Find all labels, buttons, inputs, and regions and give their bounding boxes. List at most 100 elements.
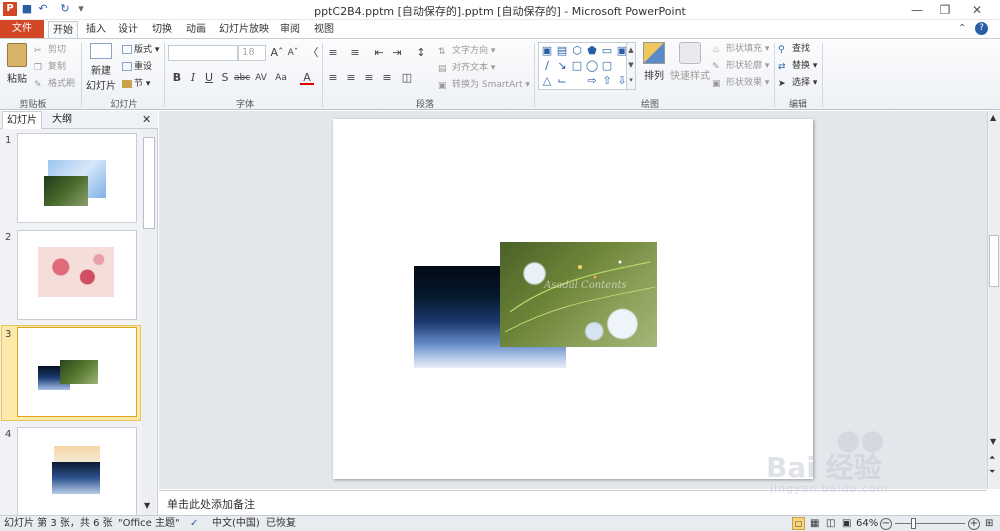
oval-icon[interactable]: ◯ [585, 59, 599, 73]
next-slide-icon[interactable]: ⏷ [989, 467, 995, 477]
up-arrow-icon[interactable]: ⇧ [600, 74, 614, 88]
shape-fill-button[interactable]: ♨ 形状填充 ▾ [712, 42, 769, 56]
zoom-level[interactable]: 64% [856, 517, 878, 531]
justify-icon[interactable]: ≡ [380, 71, 394, 85]
zoom-slider-thumb[interactable] [911, 518, 916, 529]
shapes-gallery[interactable]: ▣ ▤ ⬡ ⬟ ▭ ▣ ∕ ↘ □ ◯ ▢ △ ⌙ ⇨ ⇧ ⇩ [538, 42, 636, 90]
align-center-icon[interactable]: ≡ [344, 71, 358, 85]
help-icon[interactable]: ? [975, 22, 988, 35]
previous-slide-icon[interactable]: ⏶ [989, 453, 995, 463]
tab-animations[interactable]: 动画 [183, 21, 209, 38]
change-case-icon[interactable]: Aa [274, 71, 288, 85]
scroll-thumb[interactable] [989, 235, 999, 287]
align-right-icon[interactable]: ≡ [362, 71, 376, 85]
shape-effects-button[interactable]: ▣ 形状效果 ▾ [712, 76, 769, 90]
new-slide-button[interactable]: 新建 幻灯片 [84, 43, 118, 93]
numbering-icon[interactable]: ≡ [348, 46, 362, 60]
elbow-connector-icon[interactable]: ⌙ [555, 74, 569, 88]
tab-file[interactable]: 文件 [0, 20, 44, 38]
language-indicator[interactable]: 中文(中国) [212, 517, 260, 531]
tab-slides-panel[interactable]: 幻灯片 [2, 111, 42, 129]
tab-view[interactable]: 视图 [312, 21, 336, 38]
align-text-button[interactable]: ▤ 对齐文本 ▾ [438, 61, 495, 75]
textbox-icon[interactable]: ▣ [540, 44, 554, 58]
hexagon-icon[interactable]: ⬡ [570, 44, 584, 58]
columns-icon[interactable]: ◫ [400, 71, 414, 85]
tab-insert[interactable]: 插入 [84, 21, 108, 38]
panel-scrollbar[interactable]: ▼ [142, 129, 156, 515]
tab-design[interactable]: 设计 [116, 21, 140, 38]
quick-styles-button[interactable]: 快速样式 [670, 42, 710, 82]
tab-home[interactable]: 开始 [48, 21, 78, 38]
italic-icon[interactable]: I [186, 71, 200, 85]
right-arrow-icon[interactable]: ⇨ [585, 74, 599, 88]
grow-font-icon[interactable]: Aˆ [270, 46, 284, 60]
scroll-thumb[interactable] [143, 137, 155, 229]
replace-button[interactable]: ⇄ 替换 ▾ [778, 59, 817, 73]
slide-sorter-view-icon[interactable]: ▦ [810, 517, 819, 531]
smartart-button[interactable]: ▣ 转换为 SmartArt ▾ [438, 78, 530, 92]
theme-name[interactable]: "Office 主题" [118, 517, 180, 531]
char-spacing-icon[interactable]: AV [254, 71, 268, 85]
tab-outline-panel[interactable]: 大纲 [46, 111, 78, 129]
close-panel-icon[interactable]: ✕ [142, 113, 151, 126]
tab-transitions[interactable]: 切换 [150, 21, 174, 38]
zoom-in-icon[interactable]: + [968, 518, 980, 530]
arrow-line-icon[interactable]: ↘ [555, 59, 569, 73]
normal-view-icon[interactable]: ▢ [792, 517, 805, 530]
shrink-font-icon[interactable]: Aˇ [286, 46, 300, 60]
cut-button[interactable]: ✂ 剪切 [34, 43, 66, 57]
strikethrough-icon[interactable]: abc [234, 71, 250, 85]
bold-icon[interactable]: B [170, 71, 184, 85]
underline-icon[interactable]: U [202, 71, 216, 85]
pentagon-icon[interactable]: ⬟ [585, 44, 599, 58]
spellcheck-icon[interactable]: ✓ [190, 517, 198, 531]
font-size-field[interactable]: 18 [238, 45, 266, 61]
align-left-icon[interactable]: ≡ [326, 71, 340, 85]
scroll-up-arrow-icon[interactable]: ▲ [990, 113, 996, 122]
find-button[interactable]: ⚲ 查找 [778, 42, 810, 56]
square-icon[interactable]: □ [570, 59, 584, 73]
slide-thumbnail-3[interactable] [17, 327, 137, 417]
layout-button[interactable]: 版式 ▾ [122, 43, 159, 57]
scroll-down-arrow-icon[interactable]: ▼ [144, 501, 150, 510]
reading-view-icon[interactable]: ◫ [826, 517, 835, 531]
section-button[interactable]: 节 ▾ [122, 77, 150, 91]
minimize-ribbon-icon[interactable]: ⌃ [958, 23, 966, 34]
slide-scrollbar[interactable]: ▲ ▼ ⏶ ⏷ [987, 111, 1000, 489]
fit-to-window-icon[interactable]: ⊞ [985, 517, 993, 531]
increase-indent-icon[interactable]: ⇥ [390, 46, 404, 60]
line-spacing-icon[interactable]: ↕ [414, 46, 428, 60]
text-direction-button[interactable]: ⇅ 文字方向 ▾ [438, 44, 495, 58]
slide-thumbnail-1[interactable] [17, 133, 137, 223]
select-button[interactable]: ➤ 选择 ▾ [778, 76, 817, 90]
shape-outline-button[interactable]: ✎ 形状轮廓 ▾ [712, 59, 769, 73]
close-icon[interactable]: ✕ [966, 2, 988, 18]
floral-green-picture[interactable]: Asadal Contents [500, 242, 657, 347]
slide-thumbnail-4[interactable] [17, 427, 137, 517]
rounded-rect-icon[interactable]: ▢ [600, 59, 614, 73]
restore-icon[interactable]: ❐ [934, 2, 956, 18]
current-slide[interactable]: Asadal Contents [333, 119, 813, 479]
minimize-icon[interactable]: — [906, 2, 928, 18]
tab-slideshow[interactable]: 幻灯片放映 [218, 21, 270, 38]
copy-button[interactable]: ❐ 复制 [34, 60, 66, 74]
zoom-out-icon[interactable]: − [880, 518, 892, 530]
slideshow-view-icon[interactable]: ▣ [842, 517, 851, 531]
font-color-icon[interactable]: A [300, 71, 314, 85]
shadow-icon[interactable]: S [218, 71, 232, 85]
shapes-gallery-scroll[interactable]: ▲ ▼ ▾ [626, 42, 636, 90]
textbox-vertical-icon[interactable]: ▤ [555, 44, 569, 58]
zoom-slider[interactable] [895, 523, 965, 524]
line-icon[interactable]: ∕ [540, 59, 554, 73]
scroll-down-arrow-icon[interactable]: ▼ [990, 437, 996, 446]
reset-button[interactable]: 重设 [122, 60, 152, 74]
slide-thumbnail-2[interactable] [17, 230, 137, 320]
tab-review[interactable]: 审阅 [278, 21, 302, 38]
triangle-icon[interactable]: △ [540, 74, 554, 88]
bullets-icon[interactable]: ≡ [326, 46, 340, 60]
decrease-indent-icon[interactable]: ⇤ [372, 46, 386, 60]
arrange-button[interactable]: 排列 [640, 42, 668, 82]
font-name-field[interactable] [168, 45, 238, 61]
paste-button[interactable]: 粘贴 [4, 43, 30, 89]
